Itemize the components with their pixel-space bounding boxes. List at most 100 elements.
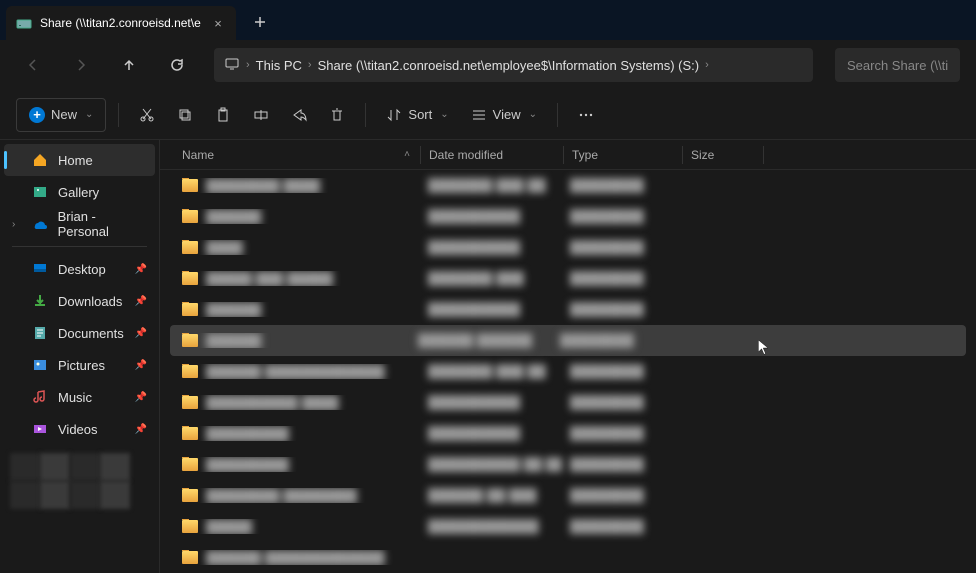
cell-name: █████████ bbox=[174, 426, 420, 441]
file-row[interactable]: ████████ ███████████ ███ ██████████ bbox=[160, 170, 976, 201]
sidebar-item-desktop[interactable]: Desktop 📌 bbox=[4, 253, 155, 285]
sidebar-item-music[interactable]: Music 📌 bbox=[4, 381, 155, 413]
chevron-down-icon: ⌄ bbox=[440, 109, 448, 120]
plus-icon: + bbox=[29, 107, 45, 123]
new-tab-button[interactable] bbox=[250, 12, 270, 32]
pin-icon[interactable]: 📌 bbox=[135, 360, 147, 371]
view-button[interactable]: View ⌄ bbox=[463, 98, 545, 132]
sidebar-item-gallery[interactable]: Gallery bbox=[4, 176, 155, 208]
file-row[interactable]: ████████ ██████████████ ██ ███████████ bbox=[160, 480, 976, 511]
sidebar-item-personal[interactable]: › Brian - Personal bbox=[4, 208, 155, 240]
file-row[interactable]: ███████████████████████████ bbox=[160, 418, 976, 449]
thumb[interactable] bbox=[40, 481, 70, 509]
back-button[interactable] bbox=[16, 48, 50, 82]
cell-date: ███████ ███ ██ bbox=[420, 178, 562, 193]
file-row[interactable]: ████████████████████████ bbox=[160, 201, 976, 232]
file-row[interactable]: █████ ███ ████████████ ███████████ bbox=[160, 263, 976, 294]
chevron-right-icon[interactable]: › bbox=[246, 59, 250, 71]
breadcrumb-path[interactable]: Share (\\titan2.conroeisd.net\employee$\… bbox=[318, 58, 700, 73]
thumb[interactable] bbox=[100, 481, 130, 509]
cell-name: ██████ █████████████ bbox=[174, 550, 420, 565]
home-icon bbox=[32, 152, 48, 168]
pin-icon[interactable]: 📌 bbox=[135, 264, 147, 275]
col-name[interactable]: Name˄ bbox=[174, 148, 420, 162]
view-label: View bbox=[493, 107, 521, 122]
tab-active[interactable]: Share (\\titan2.conroeisd.net\e × bbox=[6, 6, 236, 40]
sidebar-item-downloads[interactable]: Downloads 📌 bbox=[4, 285, 155, 317]
breadcrumb[interactable]: › This PC › Share (\\titan2.conroeisd.ne… bbox=[214, 48, 813, 82]
col-size[interactable]: Size bbox=[683, 148, 763, 162]
paste-button[interactable] bbox=[207, 98, 239, 132]
cell-name: ██████ █████████████ bbox=[174, 364, 420, 379]
pin-icon[interactable]: 📌 bbox=[135, 424, 147, 435]
cell-name: █████ bbox=[174, 519, 420, 534]
cell-name: ██████ bbox=[174, 209, 420, 224]
file-row[interactable]: ██████ ████████████████████ ███ ████████… bbox=[160, 356, 976, 387]
file-row[interactable]: ████████████████████████ bbox=[160, 294, 976, 325]
pin-icon[interactable]: 📌 bbox=[135, 392, 147, 403]
toolbar: + New ⌄ Sort ⌄ View ⌄ bbox=[0, 90, 976, 140]
delete-button[interactable] bbox=[321, 98, 353, 132]
file-row[interactable]: ██████████████████████ bbox=[160, 232, 976, 263]
sidebar-item-home[interactable]: Home bbox=[4, 144, 155, 176]
cut-button[interactable] bbox=[131, 98, 163, 132]
sidebar-label: Home bbox=[58, 153, 93, 168]
col-date[interactable]: Date modified bbox=[421, 148, 563, 162]
divider bbox=[12, 246, 147, 247]
cell-type: ████████ bbox=[562, 178, 680, 193]
cell-date: ██████ ██ ███ bbox=[420, 488, 562, 503]
folder-icon bbox=[182, 179, 198, 192]
nav-bar: › This PC › Share (\\titan2.conroeisd.ne… bbox=[0, 40, 976, 90]
file-row[interactable]: ██████ █████████████ bbox=[160, 542, 976, 573]
sidebar-item-documents[interactable]: Documents 📌 bbox=[4, 317, 155, 349]
downloads-icon bbox=[32, 293, 48, 309]
rename-button[interactable] bbox=[245, 98, 277, 132]
chevron-right-icon[interactable]: › bbox=[308, 59, 312, 71]
thumb[interactable] bbox=[100, 453, 130, 481]
cell-date: ███████ ███ bbox=[420, 271, 562, 286]
col-type[interactable]: Type bbox=[564, 148, 682, 162]
cell-date: ███████ ███ ██ bbox=[420, 364, 562, 379]
thumb[interactable] bbox=[10, 481, 40, 509]
folder-icon bbox=[182, 303, 198, 316]
refresh-button[interactable] bbox=[160, 48, 194, 82]
file-row[interactable]: ███████████████████ ██ ██████████ bbox=[160, 449, 976, 480]
file-row[interactable]: ██████████ ██████████████████████ bbox=[160, 387, 976, 418]
sidebar-label: Pictures bbox=[58, 358, 105, 373]
forward-button[interactable] bbox=[64, 48, 98, 82]
sort-label: Sort bbox=[408, 107, 432, 122]
new-button[interactable]: + New ⌄ bbox=[16, 98, 106, 132]
chevron-right-icon[interactable]: › bbox=[705, 59, 709, 71]
more-button[interactable] bbox=[570, 98, 602, 132]
cell-type: ████████ bbox=[562, 426, 680, 441]
sidebar-label: Gallery bbox=[58, 185, 99, 200]
thumb[interactable] bbox=[10, 453, 40, 481]
music-icon bbox=[32, 389, 48, 405]
thumb[interactable] bbox=[40, 453, 70, 481]
sidebar-item-videos[interactable]: Videos 📌 bbox=[4, 413, 155, 445]
sidebar-label: Videos bbox=[58, 422, 98, 437]
file-row[interactable]: ████████████ ██████████████ bbox=[170, 325, 966, 356]
breadcrumb-pc[interactable]: This PC bbox=[256, 58, 302, 73]
folder-icon bbox=[182, 489, 198, 502]
sidebar-label: Downloads bbox=[58, 294, 122, 309]
thumb[interactable] bbox=[70, 481, 100, 509]
sort-button[interactable]: Sort ⌄ bbox=[378, 98, 456, 132]
close-icon[interactable]: × bbox=[210, 15, 226, 31]
file-row[interactable]: █████████████████████████ bbox=[160, 511, 976, 542]
cell-type: ████████ bbox=[562, 209, 680, 224]
cell-date: ██████████ bbox=[420, 240, 562, 255]
share-button[interactable] bbox=[283, 98, 315, 132]
pin-icon[interactable]: 📌 bbox=[135, 296, 147, 307]
tab-bar: Share (\\titan2.conroeisd.net\e × bbox=[0, 0, 976, 40]
pin-icon[interactable]: 📌 bbox=[135, 328, 147, 339]
search-input[interactable]: Search Share (\\ti bbox=[835, 48, 960, 82]
chevron-right-icon[interactable]: › bbox=[12, 219, 22, 230]
up-button[interactable] bbox=[112, 48, 146, 82]
sidebar-label: Desktop bbox=[58, 262, 106, 277]
folder-icon bbox=[182, 458, 198, 471]
copy-button[interactable] bbox=[169, 98, 201, 132]
sidebar-item-pictures[interactable]: Pictures 📌 bbox=[4, 349, 155, 381]
main-area: Home Gallery › Brian - Personal Desktop … bbox=[0, 140, 976, 573]
thumb[interactable] bbox=[70, 453, 100, 481]
